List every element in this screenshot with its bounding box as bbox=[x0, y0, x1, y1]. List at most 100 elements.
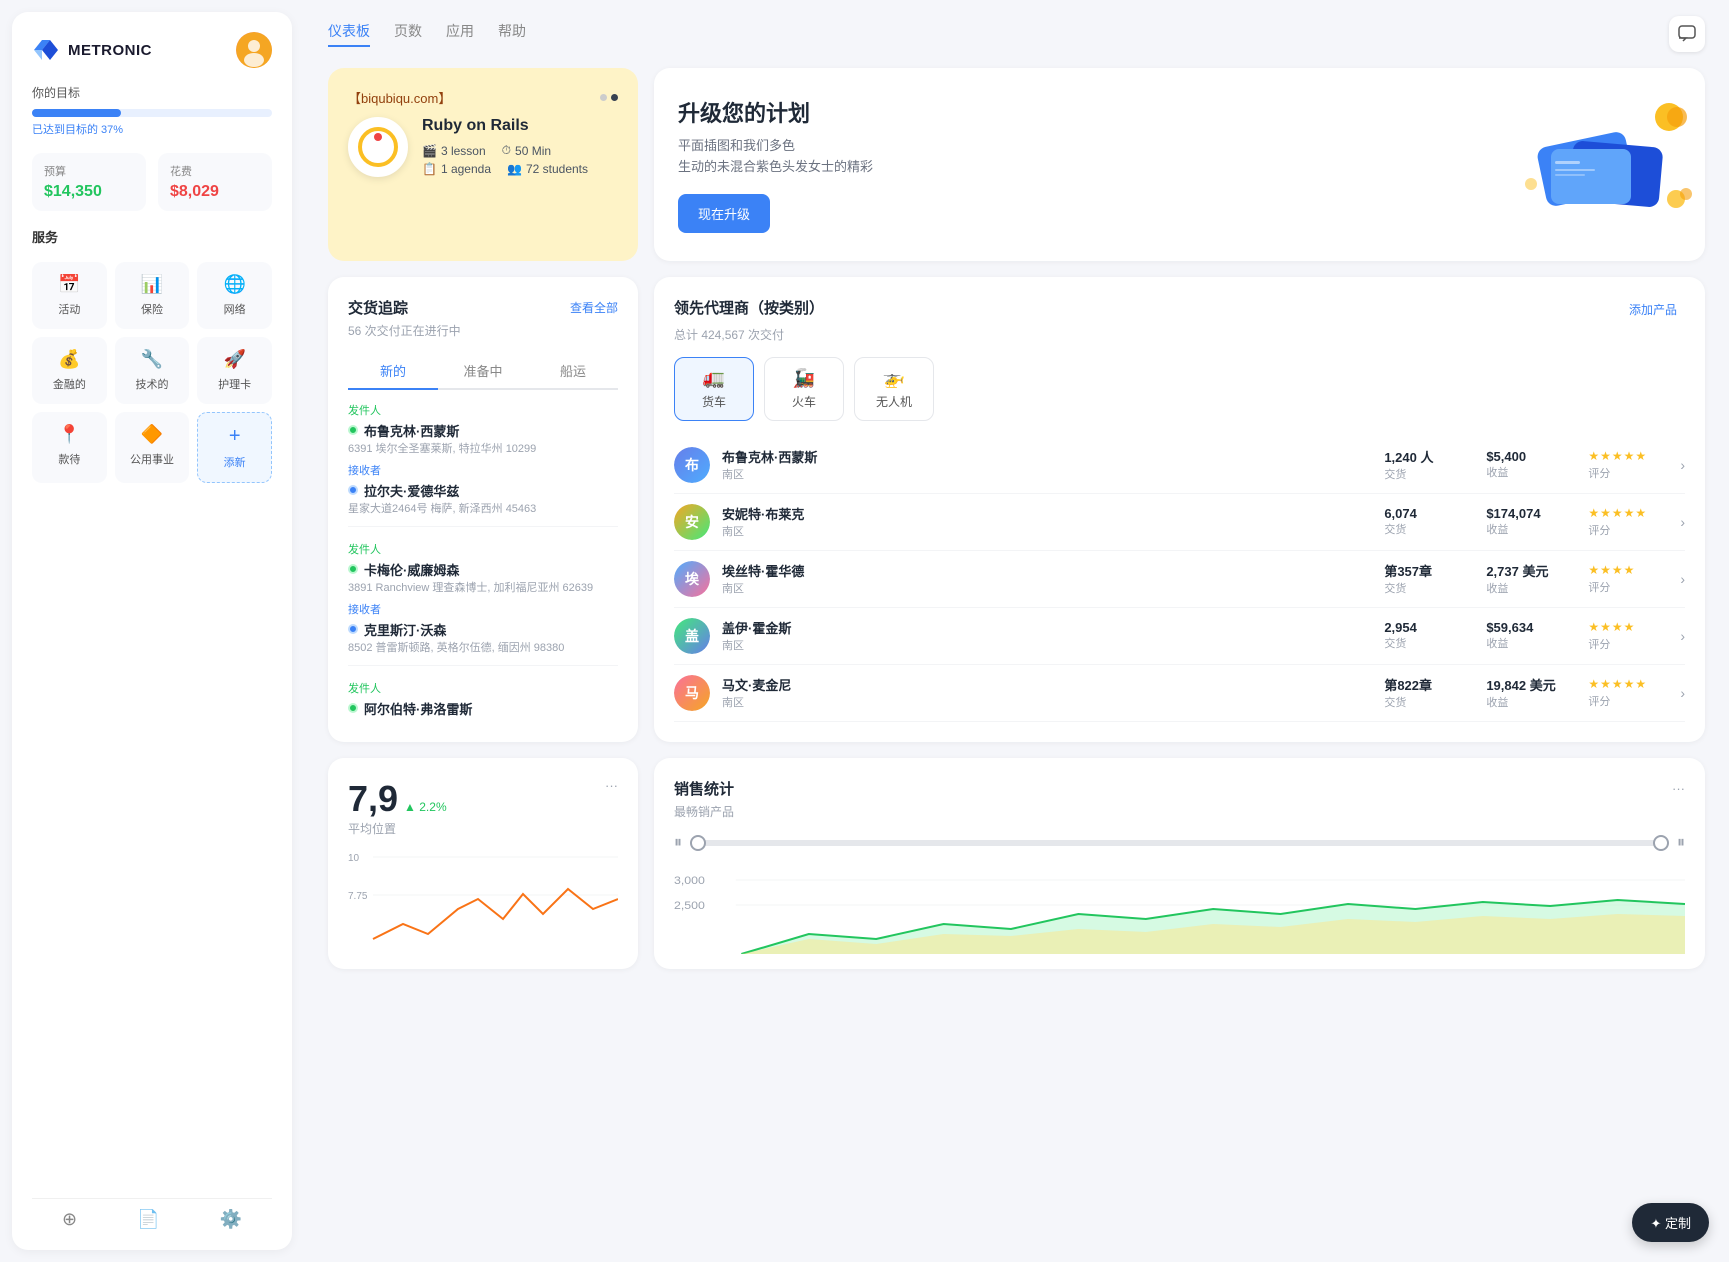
agent-rev-label-4: 收益 bbox=[1486, 694, 1576, 710]
agent-arrow-1[interactable]: › bbox=[1680, 514, 1685, 530]
agent-name-0: 布鲁克林·西蒙斯 bbox=[722, 447, 1372, 466]
cat-tab-train[interactable]: 🚂 火车 bbox=[764, 357, 844, 421]
cat-label-drone: 无人机 bbox=[876, 393, 912, 410]
agent-list: 布 布鲁克林·西蒙斯 南区 1,240 人 交货 $5,400 收益 ★★★★★… bbox=[674, 437, 1685, 722]
avg-dots-menu[interactable]: ··· bbox=[605, 778, 618, 793]
progress-bar-fill bbox=[32, 109, 121, 117]
file-icon[interactable]: 📄 bbox=[137, 1209, 159, 1230]
agent-name-4: 马文·麦金尼 bbox=[722, 675, 1372, 694]
agent-region-0: 南区 bbox=[722, 466, 1372, 482]
service-item-care[interactable]: 🚀 护理卡 bbox=[197, 337, 272, 404]
students-value: 72 students bbox=[526, 162, 588, 176]
agent-stars-1: ★★★★★ bbox=[1588, 506, 1668, 520]
service-item-add[interactable]: + 添新 bbox=[197, 412, 272, 483]
content-area: 【biqubiqu.com】 Ruby on Rails bbox=[304, 60, 1729, 1262]
agent-stat-0: 1,240 人 交货 bbox=[1384, 447, 1474, 482]
receiver-dot-2 bbox=[348, 624, 358, 634]
agent-trans-label-2: 交货 bbox=[1384, 580, 1474, 596]
truck-icon: 🚛 bbox=[703, 368, 725, 389]
agent-stars-3: ★★★★ bbox=[1588, 620, 1668, 634]
cat-tab-truck[interactable]: 🚛 货车 bbox=[674, 357, 754, 421]
service-item-insurance[interactable]: 📊 保险 bbox=[115, 262, 190, 329]
budget-card: 预算 $14,350 bbox=[32, 153, 146, 211]
add-product-button[interactable]: 添加产品 bbox=[1621, 297, 1685, 322]
service-item-utilities[interactable]: 🔶 公用事业 bbox=[115, 412, 190, 483]
agent-arrow-0[interactable]: › bbox=[1680, 457, 1685, 473]
tech-icon: 🔧 bbox=[141, 349, 163, 370]
chat-button[interactable] bbox=[1669, 16, 1705, 52]
agent-avatar-4: 马 bbox=[674, 675, 710, 711]
tab-shipping[interactable]: 船运 bbox=[528, 353, 618, 388]
agent-rating-label-2: 评分 bbox=[1588, 579, 1668, 595]
sidebar-header: METRONIC bbox=[32, 32, 272, 68]
course-title: Ruby on Rails bbox=[422, 117, 588, 135]
sales-dots-menu[interactable]: ··· bbox=[1672, 781, 1685, 796]
agent-transactions-0: 1,240 人 bbox=[1384, 447, 1474, 466]
slider-handle-left[interactable] bbox=[690, 835, 706, 851]
service-item-hospitality[interactable]: 📍 款待 bbox=[32, 412, 107, 483]
agent-arrow-4[interactable]: › bbox=[1680, 685, 1685, 701]
tracking-subtitle: 56 次交付正在进行中 bbox=[348, 322, 618, 339]
services-label: 服务 bbox=[32, 227, 272, 246]
agent-revenue-1: $174,074 收益 bbox=[1486, 506, 1576, 537]
agent-rev-label-0: 收益 bbox=[1486, 464, 1576, 480]
service-name-finance: 金融的 bbox=[53, 376, 86, 392]
services-grid: 📅 活动 📊 保险 🌐 网络 💰 金融的 🔧 技术的 🚀 护理卡 📍 款待 � bbox=[32, 262, 272, 483]
tracking-view-all[interactable]: 查看全部 bbox=[570, 299, 618, 316]
agent-rev-label-2: 收益 bbox=[1486, 580, 1576, 596]
logo-area: METRONIC bbox=[32, 36, 152, 64]
agent-trans-label-0: 交货 bbox=[1384, 466, 1474, 482]
upgrade-visual bbox=[1521, 99, 1681, 229]
service-item-activity[interactable]: 📅 活动 bbox=[32, 262, 107, 329]
agent-name-1: 安妮特·布莱克 bbox=[722, 504, 1372, 523]
receiver-addr-1: 星家大道2464号 梅萨, 新泽西州 45463 bbox=[348, 500, 618, 516]
cat-label-train: 火车 bbox=[792, 393, 816, 410]
nav-dashboard[interactable]: 仪表板 bbox=[328, 21, 370, 47]
agent-revenue-val-1: $174,074 bbox=[1486, 506, 1576, 521]
nav-pages[interactable]: 页数 bbox=[394, 21, 422, 47]
agent-stat-2: 第357章 交货 bbox=[1384, 561, 1474, 596]
agent-arrow-2[interactable]: › bbox=[1680, 571, 1685, 587]
agent-arrow-3[interactable]: › bbox=[1680, 628, 1685, 644]
slider-track[interactable] bbox=[690, 840, 1669, 846]
agents-total: 总计 424,567 次交付 bbox=[674, 326, 1685, 343]
cat-tab-drone[interactable]: 🚁 无人机 bbox=[854, 357, 934, 421]
hospitality-icon: 📍 bbox=[58, 424, 80, 445]
agent-region-1: 南区 bbox=[722, 523, 1372, 539]
agent-stars-4: ★★★★★ bbox=[1588, 677, 1668, 691]
receiver-addr-2: 8502 普雷斯顿路, 英格尔伍德, 缅因州 98380 bbox=[348, 639, 618, 655]
upgrade-button[interactable]: 现在升级 bbox=[678, 194, 770, 233]
agent-revenue-val-0: $5,400 bbox=[1486, 449, 1576, 464]
nav-help[interactable]: 帮助 bbox=[498, 21, 526, 47]
nav-apps[interactable]: 应用 bbox=[446, 21, 474, 47]
expense-value: $8,029 bbox=[170, 183, 260, 201]
sender-name-2: 卡梅伦·威廉姆森 bbox=[348, 560, 618, 579]
tab-preparing[interactable]: 准备中 bbox=[438, 353, 528, 388]
agent-rating-1: ★★★★★ 评分 bbox=[1588, 506, 1668, 538]
sales-title: 销售统计 bbox=[674, 778, 734, 799]
settings-icon[interactable]: ⚙️ bbox=[220, 1209, 242, 1230]
service-item-tech[interactable]: 🔧 技术的 bbox=[115, 337, 190, 404]
course-thumb-inner bbox=[358, 127, 398, 167]
lessons-icon: 🎬 bbox=[422, 144, 437, 158]
agent-revenue-3: $59,634 收益 bbox=[1486, 620, 1576, 651]
activity-icon: 📅 bbox=[58, 274, 80, 295]
divider-2 bbox=[348, 665, 618, 666]
service-item-finance[interactable]: 💰 金融的 bbox=[32, 337, 107, 404]
row-1: 【biqubiqu.com】 Ruby on Rails bbox=[328, 68, 1705, 261]
upgrade-text: 升级您的计划 平面插图和我们多色 生动的未混合紫色头发女士的精彩 现在升级 bbox=[678, 96, 873, 233]
upgrade-illustration bbox=[1521, 99, 1701, 229]
avatar[interactable] bbox=[236, 32, 272, 68]
agent-stars-2: ★★★★ bbox=[1588, 563, 1668, 577]
metronic-logo-icon bbox=[32, 36, 60, 64]
layers-icon[interactable]: ⊕ bbox=[62, 1209, 77, 1230]
agent-row-1: 安 安妮特·布莱克 南区 6,074 交货 $174,074 收益 ★★★★★ … bbox=[674, 494, 1685, 551]
agent-info-1: 安妮特·布莱克 南区 bbox=[722, 504, 1372, 539]
agents-card: 领先代理商（按类别） 添加产品 总计 424,567 次交付 🚛 货车 🚂 火车… bbox=[654, 277, 1705, 742]
service-item-network[interactable]: 🌐 网络 bbox=[197, 262, 272, 329]
slider-handle-right[interactable] bbox=[1653, 835, 1669, 851]
agent-avatar-img-4: 马 bbox=[674, 675, 710, 711]
customize-button[interactable]: ✦ 定制 bbox=[1632, 1203, 1709, 1242]
sender-label-3: 发件人 bbox=[348, 680, 618, 696]
tab-new[interactable]: 新的 bbox=[348, 353, 438, 390]
